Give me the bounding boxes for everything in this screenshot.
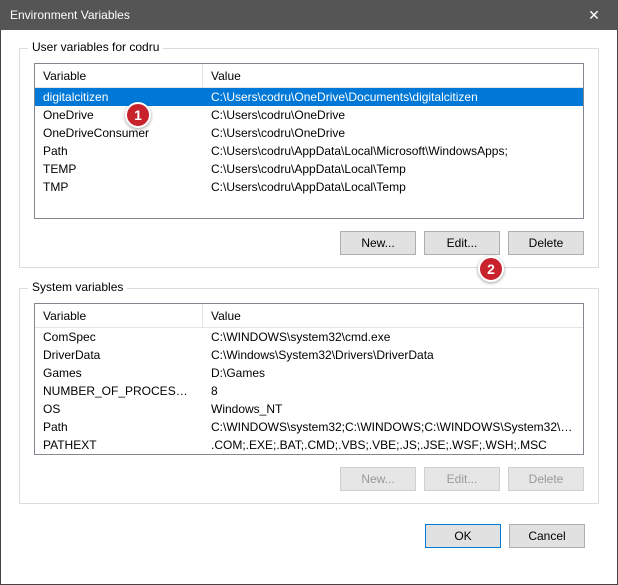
cell-variable: TEMP xyxy=(35,160,203,178)
table-row[interactable]: PATHEXT.COM;.EXE;.BAT;.CMD;.VBS;.VBE;.JS… xyxy=(35,436,583,454)
table-row[interactable]: OSWindows_NT xyxy=(35,400,583,418)
cell-variable: Path xyxy=(35,418,203,436)
cell-variable: TMP xyxy=(35,178,203,196)
cell-variable: Path xyxy=(35,142,203,160)
col-header-variable[interactable]: Variable xyxy=(35,64,203,87)
cell-value: C:\WINDOWS\system32;C:\WINDOWS;C:\WINDOW… xyxy=(203,418,583,436)
system-button-row: New... Edit... Delete xyxy=(34,467,584,491)
dialog-content: User variables for codru Variable Value … xyxy=(0,30,618,585)
window-title: Environment Variables xyxy=(10,8,130,22)
user-delete-button[interactable]: Delete xyxy=(508,231,584,255)
system-new-button[interactable]: New... xyxy=(340,467,416,491)
cell-value: C:\Users\codru\AppData\Local\Temp xyxy=(203,178,583,196)
table-row[interactable]: TMPC:\Users\codru\AppData\Local\Temp xyxy=(35,178,583,196)
cell-variable: digitalcitizen xyxy=(35,88,203,106)
col-header-variable[interactable]: Variable xyxy=(35,304,203,327)
cell-variable: NUMBER_OF_PROCESSORS xyxy=(35,382,203,400)
cell-value: Windows_NT xyxy=(203,400,583,418)
cell-variable: ComSpec xyxy=(35,328,203,346)
cell-value: C:\Users\codru\OneDrive xyxy=(203,106,583,124)
system-group-label: System variables xyxy=(28,280,127,294)
user-variables-listview[interactable]: Variable Value digitalcitizenC:\Users\co… xyxy=(34,63,584,219)
table-row[interactable]: NUMBER_OF_PROCESSORS8 xyxy=(35,382,583,400)
cell-value: D:\Games xyxy=(203,364,583,382)
user-list-body[interactable]: digitalcitizenC:\Users\codru\OneDrive\Do… xyxy=(35,88,583,218)
user-button-row: New... Edit... Delete xyxy=(34,231,584,255)
titlebar: Environment Variables ✕ xyxy=(0,0,618,30)
cell-value: C:\Users\codru\AppData\Local\Temp xyxy=(203,160,583,178)
cell-value: C:\WINDOWS\system32\cmd.exe xyxy=(203,328,583,346)
user-new-button[interactable]: New... xyxy=(340,231,416,255)
table-row[interactable]: OneDriveC:\Users\codru\OneDrive xyxy=(35,106,583,124)
table-row[interactable]: DriverDataC:\Windows\System32\Drivers\Dr… xyxy=(35,346,583,364)
cell-variable: PATHEXT xyxy=(35,436,203,454)
user-edit-button[interactable]: Edit... xyxy=(424,231,500,255)
user-variables-group: User variables for codru Variable Value … xyxy=(19,48,599,268)
table-row[interactable]: OneDriveConsumerC:\Users\codru\OneDrive xyxy=(35,124,583,142)
cancel-button[interactable]: Cancel xyxy=(509,524,585,548)
cell-value: C:\Users\codru\OneDrive xyxy=(203,124,583,142)
system-variables-group: System variables Variable Value ComSpecC… xyxy=(19,288,599,504)
table-row[interactable]: PathC:\WINDOWS\system32;C:\WINDOWS;C:\WI… xyxy=(35,418,583,436)
col-header-value[interactable]: Value xyxy=(203,304,583,327)
system-list-body[interactable]: ComSpecC:\WINDOWS\system32\cmd.exeDriver… xyxy=(35,328,583,455)
system-delete-button[interactable]: Delete xyxy=(508,467,584,491)
ok-button[interactable]: OK xyxy=(425,524,501,548)
table-row[interactable]: GamesD:\Games xyxy=(35,364,583,382)
cell-variable: OneDrive xyxy=(35,106,203,124)
user-group-label: User variables for codru xyxy=(28,40,163,54)
system-variables-listview[interactable]: Variable Value ComSpecC:\WINDOWS\system3… xyxy=(34,303,584,455)
dialog-button-row: OK Cancel xyxy=(19,524,599,548)
cell-variable: Games xyxy=(35,364,203,382)
cell-variable: OneDriveConsumer xyxy=(35,124,203,142)
cell-value: C:\Users\codru\OneDrive\Documents\digita… xyxy=(203,88,583,106)
cell-variable: OS xyxy=(35,400,203,418)
cell-variable: DriverData xyxy=(35,346,203,364)
cell-value: .COM;.EXE;.BAT;.CMD;.VBS;.VBE;.JS;.JSE;.… xyxy=(203,436,583,454)
cell-value: C:\Users\codru\AppData\Local\Microsoft\W… xyxy=(203,142,583,160)
table-row[interactable]: TEMPC:\Users\codru\AppData\Local\Temp xyxy=(35,160,583,178)
system-list-header: Variable Value xyxy=(35,304,583,328)
system-edit-button[interactable]: Edit... xyxy=(424,467,500,491)
close-icon[interactable]: ✕ xyxy=(580,7,608,24)
table-row[interactable]: digitalcitizenC:\Users\codru\OneDrive\Do… xyxy=(35,88,583,106)
cell-value: C:\Windows\System32\Drivers\DriverData xyxy=(203,346,583,364)
col-header-value[interactable]: Value xyxy=(203,64,583,87)
table-row[interactable]: PathC:\Users\codru\AppData\Local\Microso… xyxy=(35,142,583,160)
cell-value: 8 xyxy=(203,382,583,400)
user-list-header: Variable Value xyxy=(35,64,583,88)
table-row[interactable]: ComSpecC:\WINDOWS\system32\cmd.exe xyxy=(35,328,583,346)
